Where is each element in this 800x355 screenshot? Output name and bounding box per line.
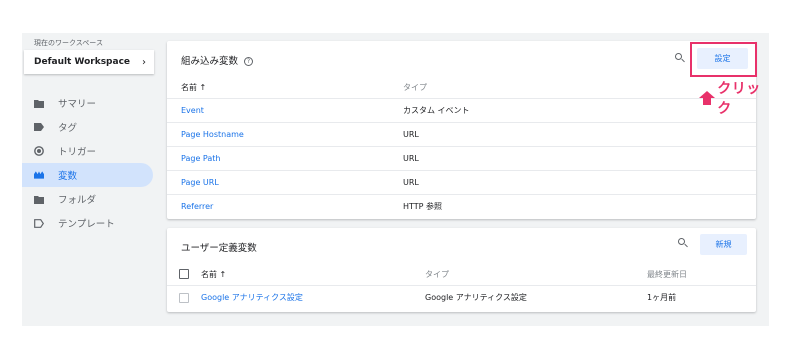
variable-type: HTTP 参照 xyxy=(403,202,443,211)
last-edited: 1ヶ月前 xyxy=(647,293,677,302)
table-header: 名前 ↑ タイプ 最終更新日 xyxy=(167,262,756,286)
arrow-up-icon xyxy=(699,91,715,105)
sidebar-nav: サマリー タグ トリガー 変数 フォルダ テンプレート xyxy=(22,91,153,235)
sidebar-item-label: サマリー xyxy=(58,99,97,110)
column-header-type: タイプ xyxy=(425,269,449,279)
variable-name-link[interactable]: Referrer xyxy=(181,202,213,211)
chevron-right-icon: › xyxy=(142,56,146,68)
table-row[interactable]: Event カスタム イベント xyxy=(167,98,756,122)
sidebar-item-tags[interactable]: タグ xyxy=(22,115,153,139)
help-icon[interactable]: ? xyxy=(244,57,254,66)
folder-icon xyxy=(34,194,44,204)
sidebar-item-label: テンプレート xyxy=(58,219,115,230)
column-header-name[interactable]: 名前 ↑ xyxy=(181,82,206,93)
search-icon[interactable] xyxy=(675,53,685,63)
select-all-checkbox[interactable] xyxy=(179,269,189,279)
table-row[interactable]: Page Path URL xyxy=(167,146,756,170)
table-header: 名前 ↑ タイプ xyxy=(167,75,756,99)
click-annotation: クリック xyxy=(699,78,769,118)
search-icon[interactable] xyxy=(678,238,688,248)
variable-type: URL xyxy=(403,178,419,187)
variable-type: URL xyxy=(403,154,419,163)
column-header-name[interactable]: 名前 ↑ xyxy=(201,269,226,280)
sidebar-item-overview[interactable]: サマリー xyxy=(22,91,153,115)
variable-name-link[interactable]: Page Hostname xyxy=(181,130,244,139)
table-row[interactable]: Page Hostname URL xyxy=(167,122,756,146)
variable-type: カスタム イベント xyxy=(403,106,470,115)
variable-name-link[interactable]: Event xyxy=(181,106,204,115)
table-row[interactable]: Page URL URL xyxy=(167,170,756,194)
highlight-box xyxy=(690,42,757,77)
user-variables-title: ユーザー定義変数 xyxy=(181,243,257,254)
new-variable-button[interactable]: 新規 xyxy=(700,234,747,255)
folder-icon xyxy=(34,98,44,108)
sidebar-item-triggers[interactable]: トリガー xyxy=(22,139,153,163)
variable-name-link[interactable]: Page Path xyxy=(181,154,220,163)
sidebar-item-label: トリガー xyxy=(58,147,97,158)
card-title-text: 組み込み変数 xyxy=(181,56,239,67)
column-header-type: タイプ xyxy=(403,82,427,92)
variables-icon xyxy=(34,170,44,180)
sidebar-item-label: フォルダ xyxy=(58,195,97,206)
workspace-name: Default Workspace xyxy=(34,57,131,67)
sidebar-item-label: タグ xyxy=(58,123,78,134)
table-row[interactable]: Referrer HTTP 参照 xyxy=(167,194,756,218)
sidebar-item-folders[interactable]: フォルダ xyxy=(22,187,153,211)
user-variables-card: ユーザー定義変数 新規 名前 ↑ タイプ 最終更新日 Google アナリティク… xyxy=(167,228,756,312)
column-header-last-edited: 最終更新日 xyxy=(647,269,687,279)
table-row[interactable]: Google アナリティクス設定 Google アナリティクス設定 1ヶ月前 xyxy=(167,285,756,309)
builtin-variables-card: 組み込み変数? 設定 名前 ↑ タイプ Event カスタム イベント Page… xyxy=(167,41,756,219)
variable-name-link[interactable]: Page URL xyxy=(181,178,219,187)
sidebar-item-label: 変数 xyxy=(58,171,78,182)
variable-type: URL xyxy=(403,130,419,139)
variable-type: Google アナリティクス設定 xyxy=(425,293,527,302)
variable-name-link[interactable]: Google アナリティクス設定 xyxy=(201,292,303,303)
builtin-variables-title: 組み込み変数? xyxy=(181,53,254,67)
workspace-selector[interactable]: Default Workspace › xyxy=(24,50,154,74)
annotation-text: クリック xyxy=(717,81,761,117)
workspace-caption: 現在のワークスペース xyxy=(34,39,103,47)
sidebar-item-templates[interactable]: テンプレート xyxy=(22,211,153,235)
sidebar-item-variables[interactable]: 変数 xyxy=(22,163,153,187)
gtm-workspace: 現在のワークスペース Default Workspace › サマリー タグ ト… xyxy=(22,33,769,326)
row-checkbox[interactable] xyxy=(179,292,189,303)
template-icon xyxy=(34,218,44,228)
tag-icon xyxy=(34,122,44,132)
trigger-icon xyxy=(34,146,44,156)
